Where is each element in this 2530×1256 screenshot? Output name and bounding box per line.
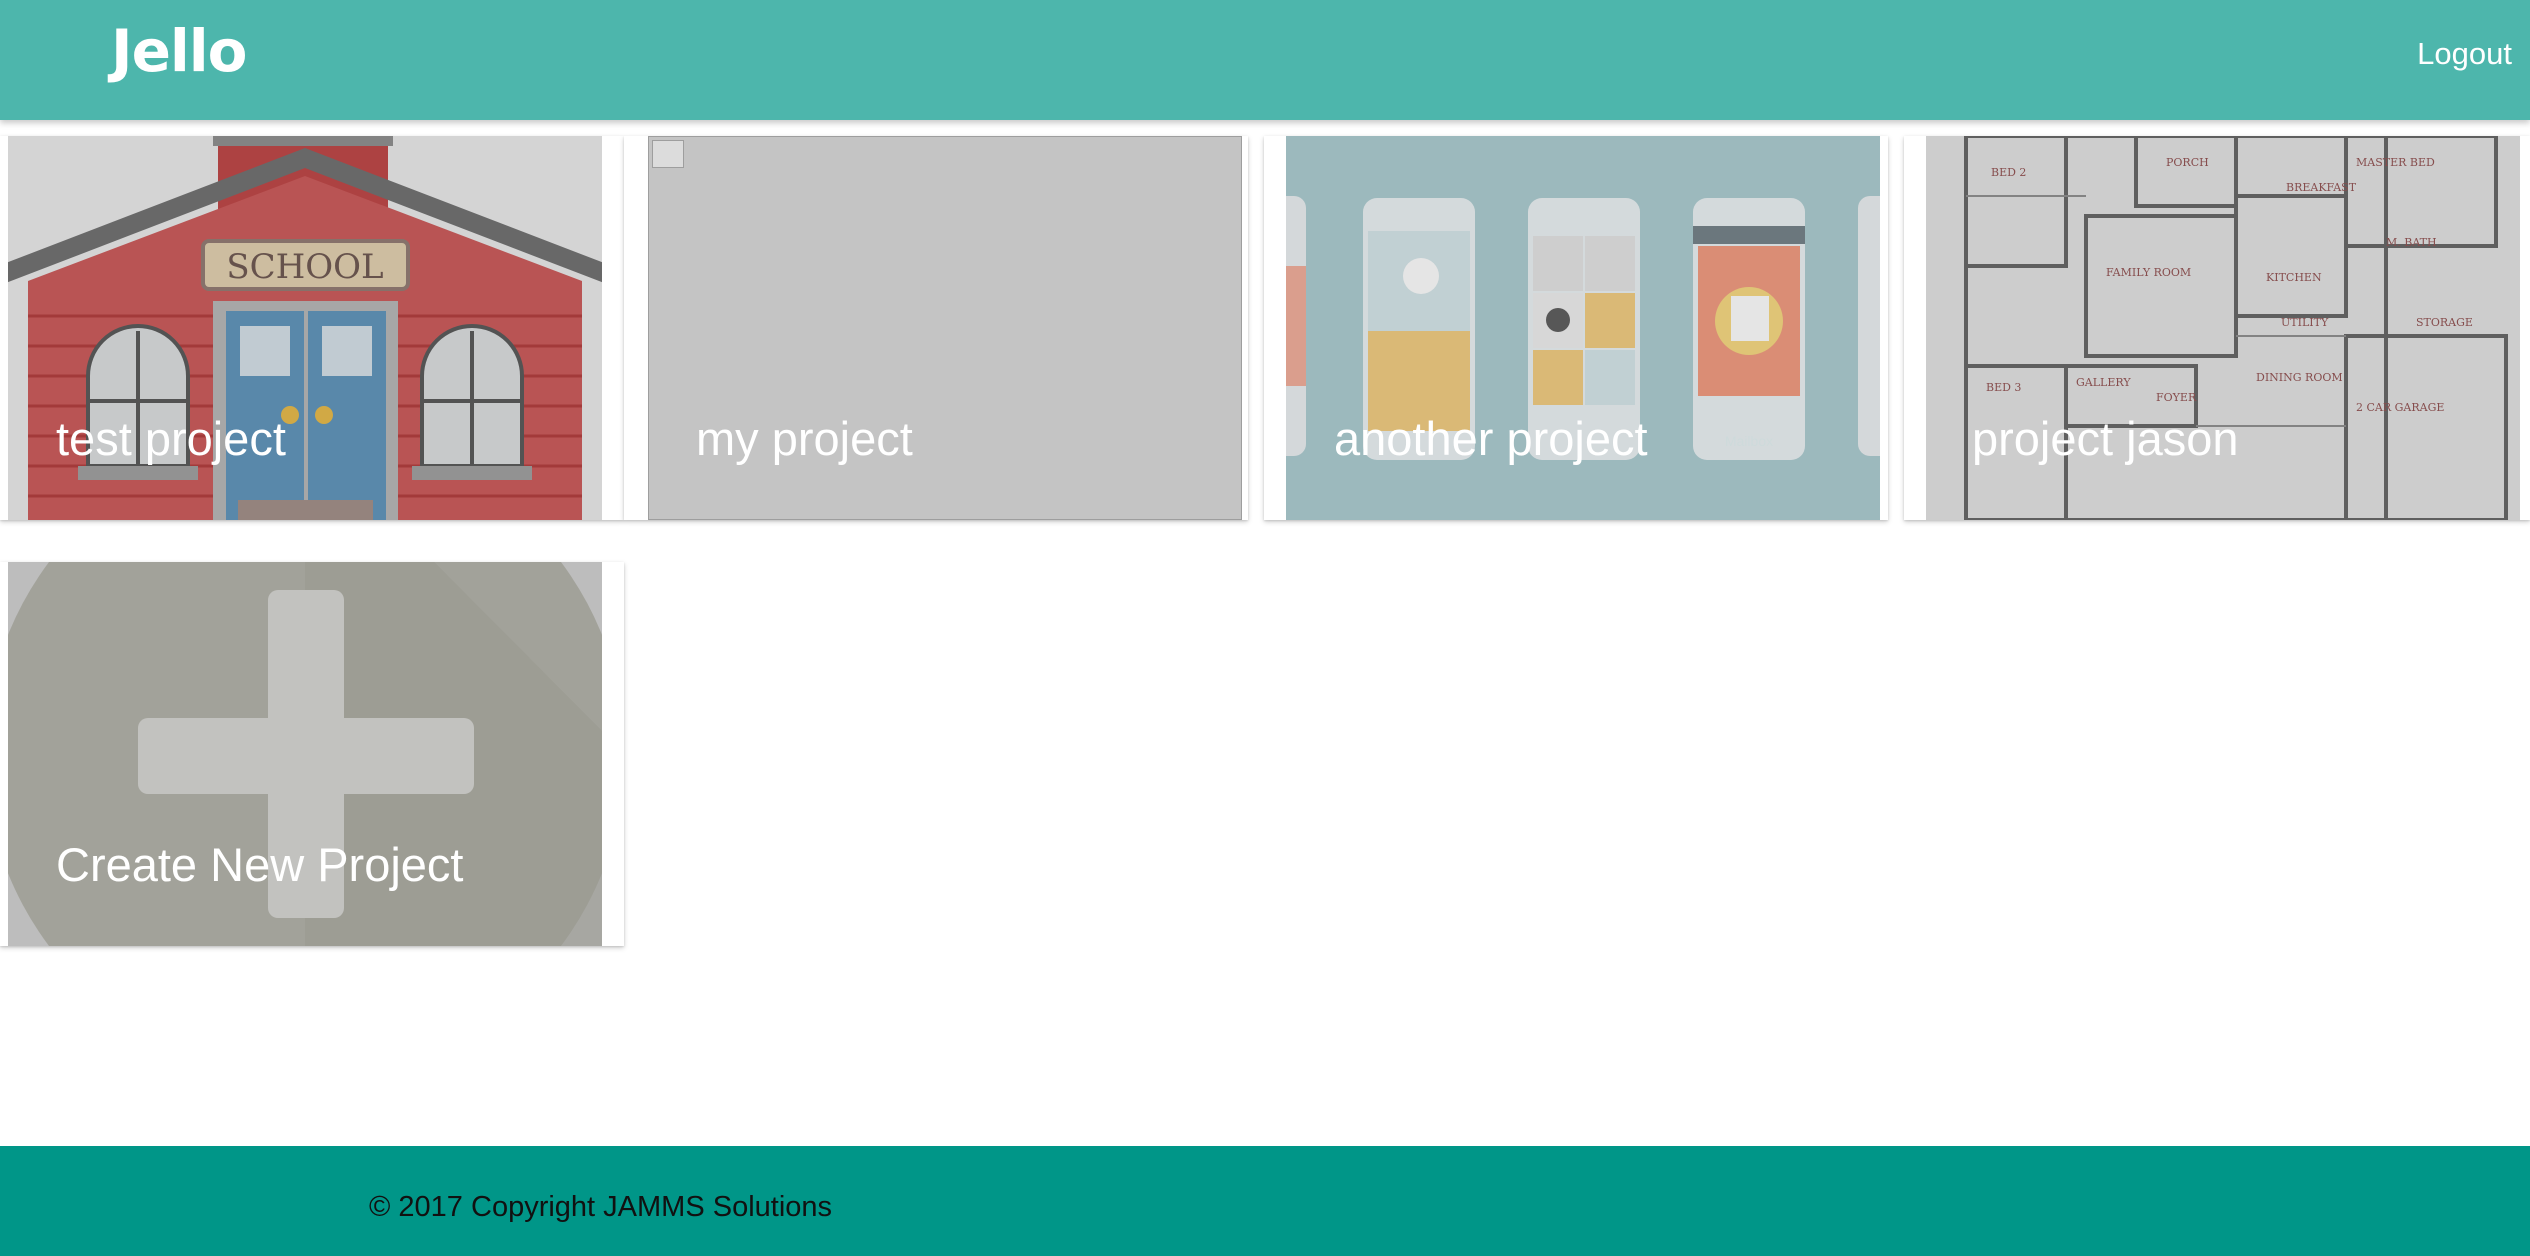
copyright-text: © 2017 Copyright JAMMS Solutions xyxy=(369,1191,833,1223)
top-navbar: Jello Logout xyxy=(0,0,2530,120)
project-card-another-project[interactable]: Mailbox another project xyxy=(1264,136,1888,520)
project-title: test project xyxy=(56,412,286,465)
project-title: my project xyxy=(696,412,913,465)
brand-logo[interactable]: Jello xyxy=(111,17,248,85)
project-card-project-jason[interactable]: BED 2 PORCH BREAKFAST MASTER BED FAMILY … xyxy=(1904,136,2530,520)
page-footer: © 2017 Copyright JAMMS Solutions xyxy=(0,1146,2530,1256)
project-card-my-project[interactable]: my project xyxy=(624,136,1248,520)
project-card-test-project[interactable]: SCHOOL test project xyxy=(0,136,624,520)
broken-image-icon xyxy=(652,140,684,168)
create-project-title: Create New Project xyxy=(56,838,464,891)
project-title: project jason xyxy=(1972,412,2239,465)
logout-button[interactable]: Logout xyxy=(2417,36,2512,72)
create-new-project-card[interactable]: Create New Project xyxy=(0,562,624,946)
project-title: another project xyxy=(1334,412,1648,465)
